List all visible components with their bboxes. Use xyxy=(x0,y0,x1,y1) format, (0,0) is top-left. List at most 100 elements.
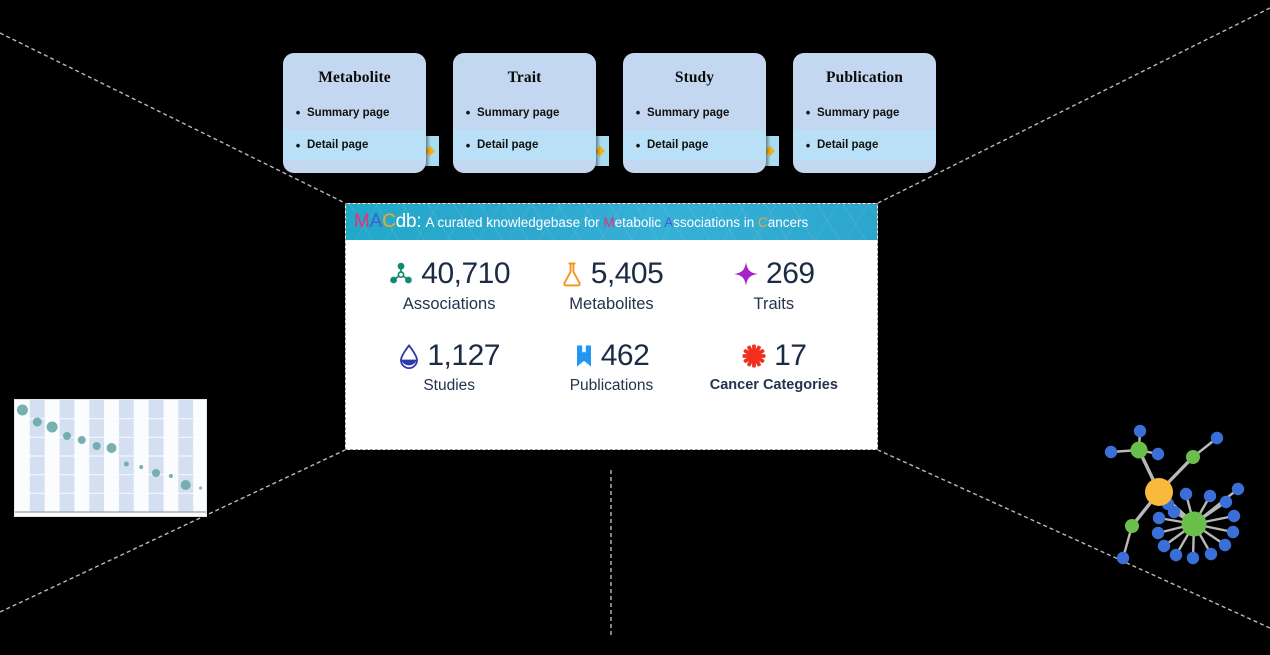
network-leaf-node xyxy=(1104,445,1118,459)
guide-line-top-right xyxy=(877,7,1270,204)
chart-dot xyxy=(180,480,191,490)
flow-card-summary-page[interactable]: • Summary page xyxy=(283,99,426,126)
flow-card-summary-label: Summary page xyxy=(647,106,730,119)
metabolite-dot-chart[interactable] xyxy=(14,399,207,517)
network-leaf-node xyxy=(1210,431,1224,445)
flow-card-metabolite[interactable]: Metabolite • Summary page • Detail page xyxy=(283,53,426,173)
bullet-icon: • xyxy=(805,105,811,120)
stat-label: Publications xyxy=(569,377,654,394)
chart-dot xyxy=(92,442,101,450)
flow-card-detail-label: Detail page xyxy=(477,139,539,151)
chart-dot xyxy=(152,469,161,477)
network-leaf-node xyxy=(1218,538,1232,552)
bookmark-icon xyxy=(574,343,594,369)
logo-text-db: db: xyxy=(395,211,422,232)
network-leaf-node xyxy=(1226,525,1240,539)
logo-letter-c: C xyxy=(382,211,396,232)
flow-card-detail-label: Detail page xyxy=(817,139,879,151)
network-leaf-node xyxy=(1231,482,1245,496)
stat-traits[interactable]: 269 Traits xyxy=(693,254,855,314)
flow-card-summary-label: Summary page xyxy=(817,106,900,119)
network-leaf-node xyxy=(1152,511,1166,525)
tagline-ancers: ancers xyxy=(767,214,809,230)
stat-label: Cancer Categories xyxy=(709,377,838,393)
flow-card-title: Metabolite xyxy=(318,69,391,86)
stat-value: 269 xyxy=(766,257,815,290)
stat-label: Traits xyxy=(753,295,795,313)
network-leaf-node xyxy=(1227,509,1241,523)
macdb-logo: MACdb: xyxy=(354,211,422,233)
tagline-ssociations: ssociations in xyxy=(673,214,758,230)
flask-icon xyxy=(560,261,584,287)
stat-publications[interactable]: 462 Publications xyxy=(530,336,692,395)
macdb-home-panel: MACdb: A curated knowledgebase for Metabo… xyxy=(345,203,878,450)
chart-dot xyxy=(46,421,58,433)
bullet-icon: • xyxy=(635,105,641,120)
stat-metabolites[interactable]: 5,405 Metabolites xyxy=(530,254,692,314)
chart-dot xyxy=(62,432,71,440)
flow-card-title: Study xyxy=(674,69,715,86)
stat-row-2: 1,127 Studies 462 Publications 17 Cancer… xyxy=(368,336,855,395)
network-group-node xyxy=(1181,511,1207,537)
macdb-tagline: A curated knowledgebase for Metabolic As… xyxy=(425,215,808,230)
flow-card-summary-page[interactable]: • Summary page xyxy=(453,99,596,126)
flow-card-detail-page[interactable]: • Detail page xyxy=(453,130,596,160)
chart-dot xyxy=(168,474,173,478)
flow-card-detail-page[interactable]: • Detail page xyxy=(283,130,426,160)
tagline-prefix: A curated knowledgebase for xyxy=(425,214,604,230)
bullet-icon: • xyxy=(295,105,301,120)
sparkle-icon xyxy=(733,261,759,287)
flow-card-title: Publication xyxy=(826,69,903,86)
tagline-highlight-m: M xyxy=(603,214,615,230)
network-hub-node xyxy=(1145,478,1173,506)
tagline-highlight-c: C xyxy=(757,214,768,230)
flow-card-detail-page[interactable]: • Detail page xyxy=(793,130,936,160)
metabolite-network-graph[interactable] xyxy=(1086,416,1270,580)
stat-value: 40,710 xyxy=(421,257,511,290)
stat-label: Studies xyxy=(423,377,476,394)
flow-card-publication[interactable]: Publication • Summary page • Detail page xyxy=(793,53,936,173)
network-leaf-node xyxy=(1169,548,1183,562)
network-leaf-node xyxy=(1167,505,1181,519)
network-leaf-node xyxy=(1179,487,1193,501)
flow-card-trait[interactable]: Trait • Summary page • Detail page xyxy=(453,53,596,173)
bullet-icon: • xyxy=(295,137,301,153)
flow-card-summary-page[interactable]: • Summary page xyxy=(623,99,766,126)
network-leaf-node xyxy=(1151,526,1165,540)
chart-dot xyxy=(32,417,42,427)
network-leaf-node xyxy=(1116,551,1130,565)
network-leaf-node xyxy=(1203,489,1217,503)
flow-card-summary-label: Summary page xyxy=(307,106,390,119)
network-leaf-node xyxy=(1204,547,1218,561)
chart-dot xyxy=(123,461,129,467)
bullet-icon: • xyxy=(465,137,471,153)
stat-cancer-categories[interactable]: 17 Cancer Categories xyxy=(693,336,855,395)
chart-dot xyxy=(106,443,117,453)
stat-value: 1,127 xyxy=(427,339,500,372)
burst-icon xyxy=(741,343,767,369)
stat-label: Metabolites xyxy=(569,295,654,313)
network-leaf-node xyxy=(1151,447,1165,461)
stat-value: 462 xyxy=(600,339,650,372)
logo-letter-m: M xyxy=(354,211,370,232)
network-leaf-node xyxy=(1219,495,1233,509)
flow-card-study[interactable]: Study • Summary page • Detail page xyxy=(623,53,766,173)
stat-value: 5,405 xyxy=(590,257,664,290)
flow-card-detail-page[interactable]: • Detail page xyxy=(623,130,766,160)
network-edges xyxy=(1110,430,1239,559)
network-group-node xyxy=(1130,441,1148,459)
tagline-etabolic: etabolic xyxy=(614,214,665,230)
stat-associations[interactable]: 40,710 Associations xyxy=(368,254,530,314)
flow-card-title: Trait xyxy=(507,69,542,86)
molecule-icon xyxy=(388,261,414,287)
logo-letter-a: A xyxy=(369,211,383,232)
network-leaf-node xyxy=(1157,539,1171,553)
flow-card-summary-page[interactable]: • Summary page xyxy=(793,99,936,126)
bullet-icon: • xyxy=(465,105,471,120)
stat-studies[interactable]: 1,127 Studies xyxy=(368,336,530,395)
network-leaf-node xyxy=(1186,551,1200,565)
bullet-icon: • xyxy=(805,137,811,153)
dot-chart-svg xyxy=(15,400,206,513)
stat-row-1: 40,710 Associations 5,405 Metabolites 26… xyxy=(368,254,855,314)
statistics-grid: 40,710 Associations 5,405 Metabolites 26… xyxy=(346,240,877,395)
